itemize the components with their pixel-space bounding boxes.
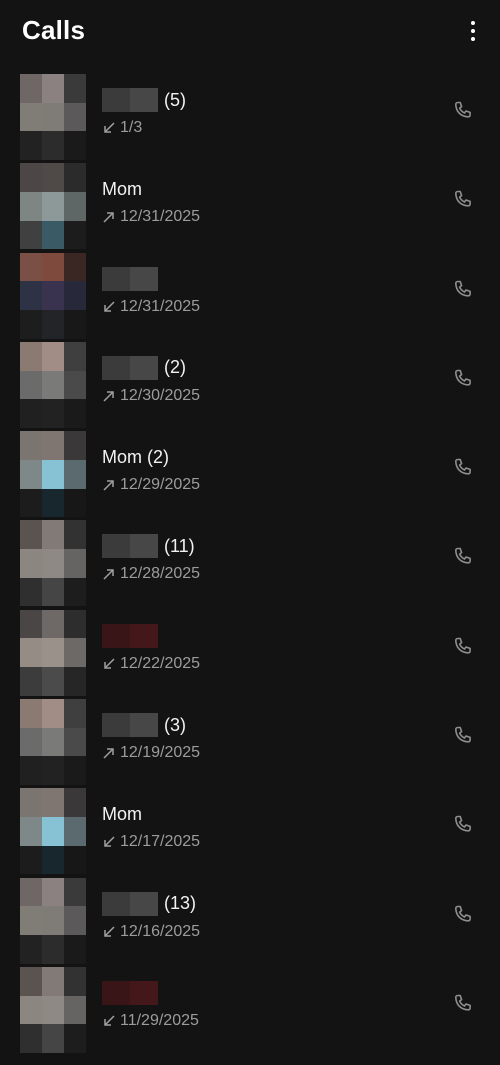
contact-name-line: (2) bbox=[102, 355, 186, 380]
contact-name-line: Mom bbox=[102, 177, 142, 201]
phone-icon[interactable] bbox=[450, 723, 476, 749]
contact-name-line: Mom bbox=[102, 802, 142, 826]
phone-icon[interactable] bbox=[450, 634, 476, 660]
contact-name-line: (5) bbox=[102, 88, 186, 112]
contact-avatar[interactable] bbox=[20, 520, 86, 607]
call-detail: 12/31/2025 bbox=[102, 207, 200, 227]
call-log-item[interactable]: (5) 1/3 bbox=[0, 72, 500, 161]
call-date: 1/3 bbox=[120, 119, 143, 136]
contact-avatar[interactable] bbox=[20, 163, 86, 250]
call-detail: 11/29/2025 bbox=[102, 1011, 199, 1031]
contact-name: (2) bbox=[164, 357, 186, 378]
phone-icon[interactable] bbox=[450, 277, 476, 303]
contact-name: (11) bbox=[164, 535, 195, 556]
call-log-item[interactable]: 12/31/2025 bbox=[0, 251, 500, 340]
call-received-icon bbox=[102, 120, 118, 136]
contact-name-line bbox=[102, 266, 164, 291]
call-received-icon bbox=[102, 299, 118, 315]
call-made-icon bbox=[102, 209, 118, 225]
call-log-item[interactable]: (11) 12/28/2025 bbox=[0, 518, 500, 607]
call-made-icon bbox=[102, 745, 118, 761]
call-detail: 12/30/2025 bbox=[102, 386, 200, 406]
redacted-name bbox=[102, 623, 158, 648]
redacted-name bbox=[102, 713, 158, 738]
call-date: 12/17/2025 bbox=[120, 833, 201, 851]
phone-icon[interactable] bbox=[450, 812, 476, 838]
contact-name-line: Mom (2) bbox=[102, 445, 169, 469]
contact-avatar[interactable] bbox=[20, 74, 86, 160]
contact-avatar[interactable] bbox=[20, 699, 86, 786]
contact-avatar[interactable] bbox=[20, 609, 86, 696]
contact-avatar[interactable] bbox=[20, 252, 86, 339]
call-detail: 1/3 bbox=[102, 118, 142, 138]
contact-avatar[interactable] bbox=[20, 877, 86, 964]
phone-icon[interactable] bbox=[450, 98, 476, 124]
redacted-name bbox=[102, 534, 158, 559]
call-date: 12/19/2025 bbox=[120, 744, 201, 762]
phone-icon[interactable] bbox=[450, 544, 476, 570]
call-log-item[interactable]: Mom (2) 12/29/2025 bbox=[0, 429, 500, 518]
call-log-item[interactable]: Mom 12/17/2025 bbox=[0, 786, 500, 875]
more-options-icon[interactable] bbox=[460, 14, 486, 48]
call-date: 12/16/2025 bbox=[120, 922, 201, 940]
call-received-icon bbox=[102, 834, 118, 850]
contact-name-line: (11) bbox=[102, 534, 195, 559]
contact-name-line: (3) bbox=[102, 713, 186, 738]
contact-name-line bbox=[102, 623, 164, 648]
contact-avatar[interactable] bbox=[20, 341, 86, 428]
contact-name: Mom bbox=[102, 178, 142, 199]
redacted-name bbox=[102, 266, 158, 291]
page-title: Calls bbox=[22, 15, 86, 45]
call-detail: 12/29/2025 bbox=[102, 475, 200, 495]
app-header: Calls bbox=[0, 0, 500, 64]
phone-icon[interactable] bbox=[450, 187, 476, 213]
call-detail: 12/16/2025 bbox=[102, 922, 200, 942]
contact-name: (5) bbox=[164, 89, 186, 110]
call-detail: 12/17/2025 bbox=[102, 832, 200, 852]
call-date: 11/29/2025 bbox=[120, 1011, 199, 1029]
call-received-icon bbox=[102, 1013, 118, 1029]
call-made-icon bbox=[102, 388, 118, 404]
call-date: 12/31/2025 bbox=[120, 208, 201, 226]
call-log-item[interactable]: Mom 12/31/2025 bbox=[0, 161, 500, 250]
contact-name: (13) bbox=[164, 893, 197, 914]
contact-avatar[interactable] bbox=[20, 788, 86, 875]
contact-name-line: (13) bbox=[102, 891, 197, 916]
redacted-name bbox=[102, 88, 158, 112]
call-date: 12/28/2025 bbox=[120, 565, 201, 583]
call-log-item[interactable]: 12/22/2025 bbox=[0, 608, 500, 697]
phone-icon[interactable] bbox=[450, 991, 476, 1017]
call-made-icon bbox=[102, 566, 118, 582]
phone-icon[interactable] bbox=[450, 366, 476, 392]
call-received-icon bbox=[102, 656, 118, 672]
call-log-item[interactable]: 11/29/2025 bbox=[0, 965, 500, 1054]
phone-icon[interactable] bbox=[450, 455, 476, 481]
call-log-item[interactable]: (3) 12/19/2025 bbox=[0, 697, 500, 786]
call-log-item[interactable]: (13) 12/16/2025 bbox=[0, 876, 500, 965]
contact-name: (3) bbox=[164, 714, 186, 735]
call-detail: 12/31/2025 bbox=[102, 297, 200, 317]
call-made-icon bbox=[102, 477, 118, 493]
call-date: 12/30/2025 bbox=[120, 386, 201, 404]
call-detail: 12/19/2025 bbox=[102, 743, 200, 763]
phone-icon[interactable] bbox=[450, 902, 476, 928]
contact-name: Mom bbox=[102, 803, 142, 824]
contact-avatar[interactable] bbox=[20, 966, 86, 1053]
redacted-name bbox=[102, 891, 158, 916]
call-date: 12/22/2025 bbox=[120, 654, 201, 672]
redacted-name bbox=[102, 355, 158, 380]
redacted-name bbox=[102, 980, 158, 1005]
contact-name: Mom (2) bbox=[102, 446, 169, 467]
call-detail: 12/28/2025 bbox=[102, 564, 200, 584]
contact-name-line bbox=[102, 980, 164, 1005]
call-log-list: (5) 1/3 Mom 12/31/2025 12/31/2025 (2) 12… bbox=[0, 72, 500, 1054]
call-received-icon bbox=[102, 924, 118, 940]
contact-avatar[interactable] bbox=[20, 431, 86, 518]
call-date: 12/29/2025 bbox=[120, 476, 201, 494]
call-log-item[interactable]: (2) 12/30/2025 bbox=[0, 340, 500, 429]
call-date: 12/31/2025 bbox=[120, 297, 201, 315]
call-detail: 12/22/2025 bbox=[102, 654, 200, 674]
